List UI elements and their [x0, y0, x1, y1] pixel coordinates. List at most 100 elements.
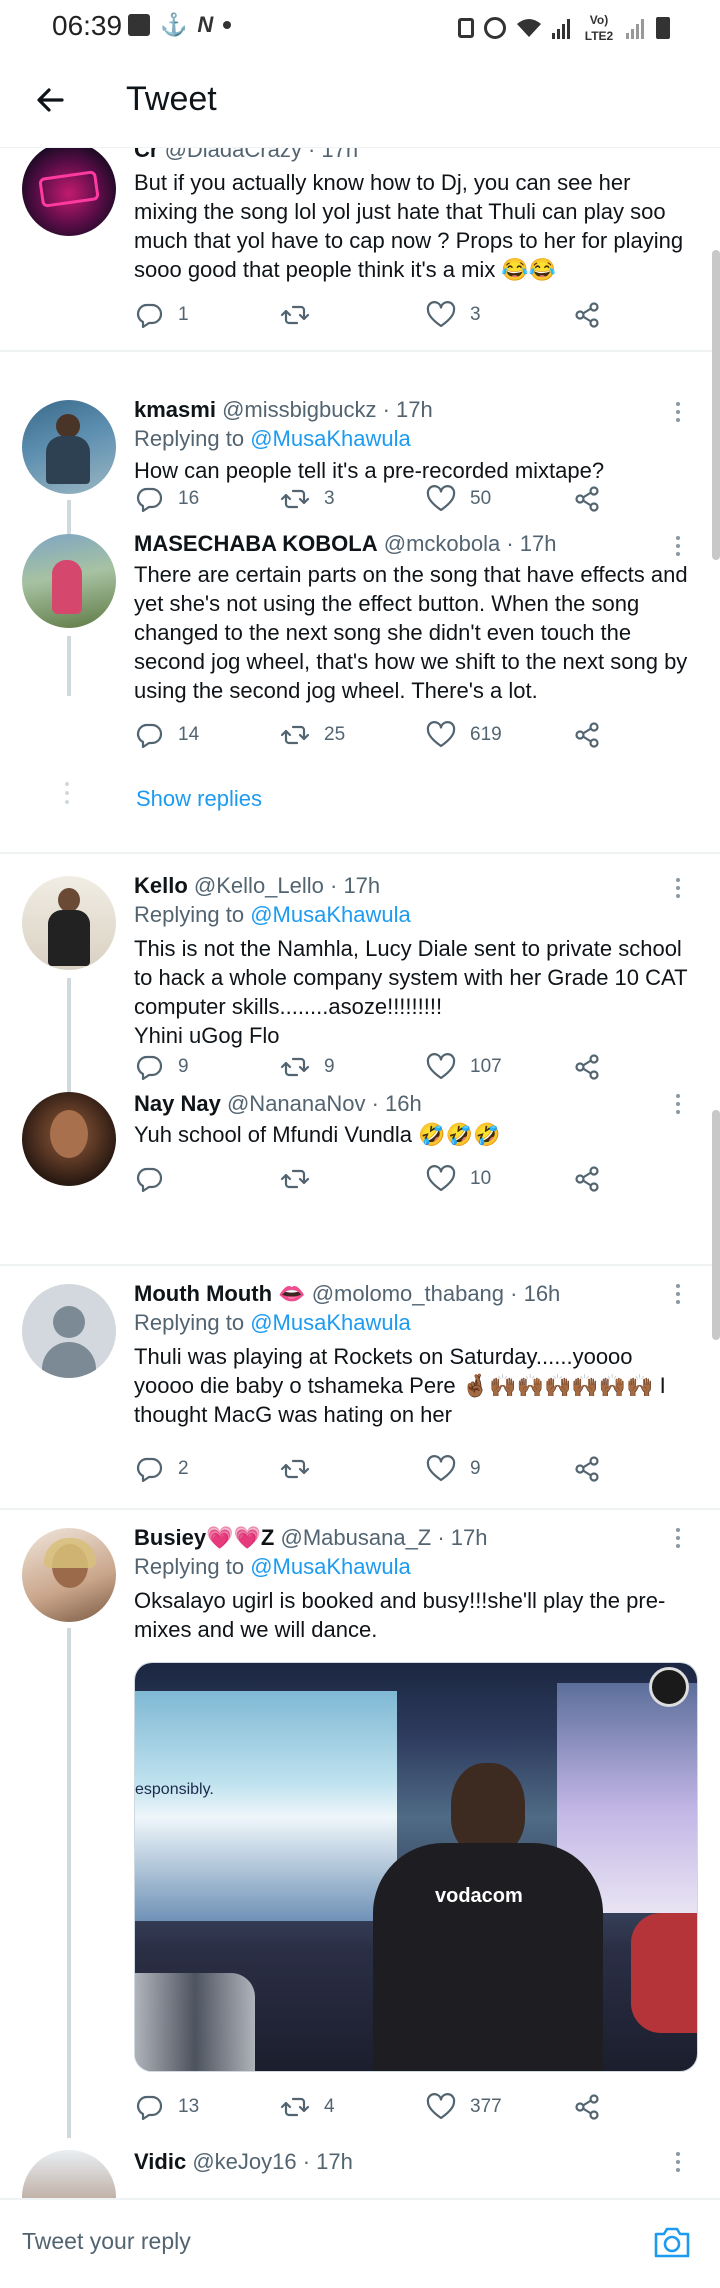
- reply-button[interactable]: 2: [134, 1452, 280, 1486]
- display-name[interactable]: Busiey💗💗Z: [134, 1525, 274, 1550]
- avatar[interactable]: [22, 1092, 116, 1186]
- more-options-button[interactable]: [666, 400, 690, 424]
- reply-composer[interactable]: Tweet your reply: [0, 2198, 720, 2288]
- display-name[interactable]: Vidic: [134, 2149, 186, 2174]
- heart-icon: [426, 721, 456, 748]
- tweet-item[interactable]: Mouth Mouth 👄 @molomo_thabang · 16h Repl…: [0, 1266, 720, 1512]
- display-name[interactable]: kmasmi: [134, 397, 216, 422]
- tweet-actions: 10: [134, 1162, 604, 1196]
- more-options-button[interactable]: [666, 1092, 690, 1116]
- avatar-person-art: [52, 560, 82, 614]
- reply-button[interactable]: 14: [134, 718, 280, 752]
- tweet-timeline[interactable]: Cr @DiadaCrazy · 17h But if you actually…: [0, 148, 720, 2198]
- tweet-text: But if you actually know how to Dj, you …: [134, 170, 684, 282]
- like-count: 3: [470, 304, 481, 325]
- avatar[interactable]: [22, 876, 116, 970]
- scrollbar-thumb-lower[interactable]: [712, 1110, 720, 1340]
- show-replies-link[interactable]: Show replies: [136, 786, 262, 812]
- reply-button[interactable]: 9: [134, 1050, 280, 1084]
- tweet-header: Mouth Mouth 👄 @molomo_thabang · 16h: [134, 1280, 694, 1308]
- more-options-button[interactable]: [666, 1526, 690, 1550]
- camera-icon: [654, 2227, 690, 2258]
- handle-timestamp: @molomo_thabang · 16h: [311, 1281, 561, 1306]
- tweet-item[interactable]: Vidic @keJoy16 · 17h: [0, 2138, 720, 2198]
- more-options-button[interactable]: [666, 2150, 690, 2174]
- wifi-icon: [517, 19, 541, 37]
- share-button[interactable]: [572, 1162, 602, 1196]
- back-button[interactable]: [28, 78, 72, 122]
- reply-button[interactable]: [134, 1162, 280, 1196]
- reply-button[interactable]: 13: [134, 2090, 280, 2124]
- share-icon: [575, 1054, 599, 1080]
- tweet-item[interactable]: kmasmi @missbigbuckz · 17h Replying to @…: [0, 352, 720, 586]
- reply-button[interactable]: 16: [134, 482, 280, 516]
- retweet-button[interactable]: [280, 1162, 426, 1196]
- avatar[interactable]: [22, 148, 116, 236]
- anchor-notification-icon: ⚓: [160, 12, 188, 37]
- thread-connector: [67, 636, 71, 696]
- more-options-button[interactable]: [666, 534, 690, 558]
- status-time: 06:39: [52, 10, 123, 41]
- alarm-icon: [484, 17, 506, 39]
- battery-icon: [656, 17, 670, 39]
- replying-prefix: Replying to: [134, 1310, 251, 1335]
- avatar[interactable]: [22, 534, 116, 628]
- display-name[interactable]: Nay Nay: [134, 1091, 221, 1116]
- like-button[interactable]: 377: [426, 2090, 572, 2124]
- handle-timestamp: @Kello_Lello · 17h: [193, 873, 381, 898]
- media-person-body: [373, 1843, 603, 2071]
- retweet-button[interactable]: 9: [280, 1050, 426, 1084]
- mention-link[interactable]: @MusaKhawula: [250, 1554, 411, 1579]
- display-name[interactable]: Kello: [134, 873, 188, 898]
- like-button[interactable]: 107: [426, 1050, 572, 1084]
- retweet-button[interactable]: [280, 298, 426, 332]
- display-name[interactable]: MASECHABA KOBOLA: [134, 531, 378, 556]
- tweet-item[interactable]: Busiey💗💗Z @Mabusana_Z · 17h Replying to …: [0, 1510, 720, 2138]
- media-cushion: [631, 1913, 697, 2033]
- tweet-item[interactable]: Cr @DiadaCrazy · 17h But if you actually…: [0, 148, 720, 348]
- retweet-button[interactable]: 4: [280, 2090, 426, 2124]
- share-button[interactable]: [572, 482, 602, 516]
- more-options-button[interactable]: [666, 1282, 690, 1306]
- avatar[interactable]: [22, 2150, 116, 2198]
- media-shirt-text: vodacom: [435, 1885, 523, 1907]
- like-button[interactable]: 9: [426, 1452, 572, 1486]
- tweet-item[interactable]: Kello @Kello_Lello · 17h Replying to @Mu…: [0, 854, 720, 1106]
- avatar[interactable]: [22, 1528, 116, 1622]
- share-button[interactable]: [572, 298, 602, 332]
- mention-link[interactable]: @MusaKhawula: [250, 426, 411, 451]
- retweet-button[interactable]: 25: [280, 718, 426, 752]
- share-button[interactable]: [572, 2090, 602, 2124]
- like-button[interactable]: 50: [426, 482, 572, 516]
- display-name[interactable]: Mouth Mouth 👄: [134, 1281, 306, 1306]
- replying-prefix: Replying to: [134, 1554, 251, 1579]
- like-button[interactable]: 3: [426, 298, 572, 332]
- camera-button[interactable]: [652, 2222, 692, 2262]
- like-button[interactable]: 619: [426, 718, 572, 752]
- share-button[interactable]: [572, 1050, 602, 1084]
- tweet-item[interactable]: Nay Nay @NananaNov · 16h Yuh school of M…: [0, 1090, 720, 1220]
- tweet-media-image[interactable]: esponsibly. vodacom: [134, 1662, 698, 2072]
- share-button[interactable]: [572, 1452, 602, 1486]
- avatar[interactable]: [22, 1284, 116, 1378]
- display-name[interactable]: Cr: [134, 148, 158, 162]
- mention-link[interactable]: @MusaKhawula: [250, 902, 411, 927]
- avatar-hair-art: [44, 1538, 96, 1568]
- avatar[interactable]: [22, 400, 116, 494]
- scrollbar-thumb[interactable]: [712, 250, 720, 560]
- tweet-text: Yuh school of Mfundi Vundla 🤣🤣🤣: [134, 1122, 501, 1147]
- replying-prefix: Replying to: [134, 426, 251, 451]
- media-bottles: [135, 1973, 255, 2071]
- like-count: 619: [470, 724, 502, 745]
- replying-to: Replying to @MusaKhawula: [134, 900, 694, 930]
- tweet-item[interactable]: MASECHABA KOBOLA @mckobola · 17h There a…: [0, 530, 720, 820]
- share-icon: [575, 1456, 599, 1482]
- retweet-button[interactable]: [280, 1452, 426, 1486]
- share-button[interactable]: [572, 718, 602, 752]
- retweet-button[interactable]: 3: [280, 482, 426, 516]
- reply-input[interactable]: Tweet your reply: [22, 2228, 191, 2255]
- like-button[interactable]: 10: [426, 1162, 572, 1196]
- more-options-button[interactable]: [666, 876, 690, 900]
- reply-button[interactable]: 1: [134, 298, 280, 332]
- mention-link[interactable]: @MusaKhawula: [250, 1310, 411, 1335]
